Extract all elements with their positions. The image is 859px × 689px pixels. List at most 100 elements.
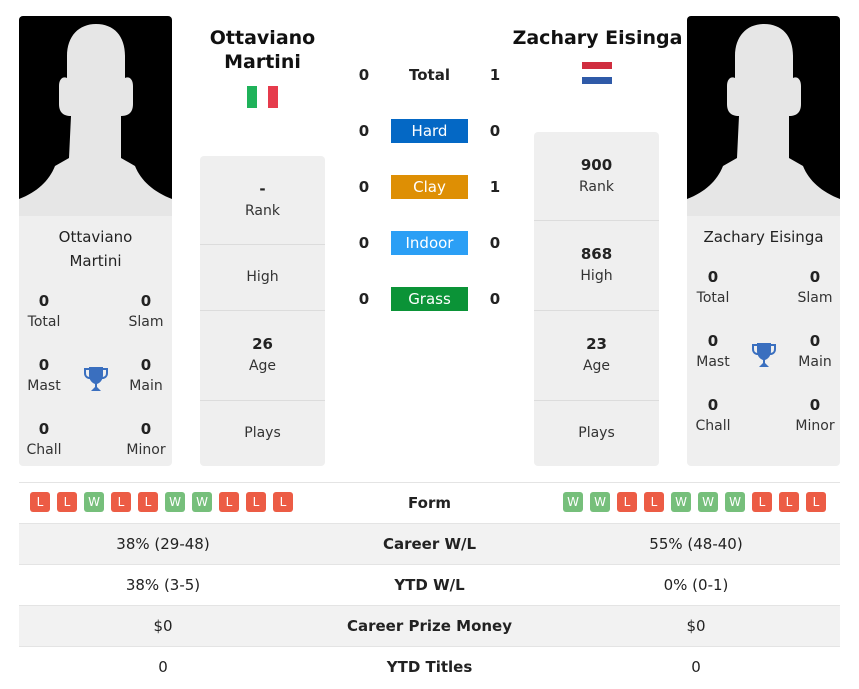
high-value: 868	[580, 245, 613, 263]
h2h-p2-value: 0	[489, 122, 501, 140]
player1-card-name-line1: Ottaviano	[58, 228, 133, 246]
value: 0	[140, 356, 152, 374]
surface-badge-hard: Hard	[391, 119, 468, 143]
player1-career-wl: 38% (29-48)	[116, 535, 210, 553]
player2-card: Zachary Eisinga 0 Total 0 Slam 0 Mast 0 …	[687, 16, 840, 466]
trophy-icon	[84, 367, 108, 391]
player2-info-box: 900 Rank 868 High 23 Age Plays	[534, 132, 659, 466]
rank-value: 900	[580, 156, 613, 174]
player2-titles-mast: 0 Mast	[687, 331, 743, 373]
form-badge-loss[interactable]: L	[30, 492, 50, 512]
player1-name-line1: Ottaviano	[209, 27, 316, 49]
high-label: High	[246, 269, 279, 285]
label: Slam	[128, 314, 164, 330]
form-badge-win[interactable]: W	[590, 492, 610, 512]
form-badge-loss[interactable]: L	[111, 492, 131, 512]
value: 0	[809, 396, 821, 414]
player-silhouette-icon	[687, 24, 840, 216]
form-badge-win[interactable]: W	[563, 492, 583, 512]
player1-form: LLWLLWWLLL	[30, 492, 293, 512]
player2-name-heading[interactable]: Zachary Eisinga	[505, 26, 690, 50]
surface-badge-grass: Grass	[391, 287, 468, 311]
value: 0	[140, 292, 152, 310]
h2h-p2-value: 1	[489, 66, 501, 84]
player1-ytd-wl: 38% (3-5)	[125, 576, 201, 594]
form-badge-loss[interactable]: L	[752, 492, 772, 512]
form-badge-loss[interactable]: L	[806, 492, 826, 512]
value: 0	[707, 396, 719, 414]
form-badge-win[interactable]: W	[725, 492, 745, 512]
row-label-career-wl: Career W/L	[382, 535, 477, 553]
value: 0	[707, 268, 719, 286]
form-badge-loss[interactable]: L	[57, 492, 77, 512]
h2h-p1-value: 0	[358, 290, 370, 308]
player2-plays: Plays	[534, 401, 659, 466]
rank-label: Rank	[579, 179, 614, 195]
h2h-label-total: Total	[409, 66, 450, 84]
player2-titles-chall: 0 Chall	[687, 395, 743, 437]
player2-prize-money: $0	[686, 617, 706, 635]
player2-form: WWLLWWWLLL	[563, 492, 826, 512]
form-badge-loss[interactable]: L	[644, 492, 664, 512]
form-badge-loss[interactable]: L	[273, 492, 293, 512]
label: Minor	[126, 442, 166, 458]
player2-ytd-titles: 0	[691, 658, 701, 676]
player1-titles-chall: 0 Chall	[19, 419, 74, 461]
row-career-wl: 38% (29-48) Career W/L 55% (48-40)	[19, 523, 840, 564]
row-label-form: Form	[408, 494, 451, 512]
value: 0	[38, 356, 50, 374]
label: Total	[27, 314, 61, 330]
form-badge-win[interactable]: W	[671, 492, 691, 512]
player2-photo	[687, 16, 840, 216]
row-ytd-titles: 0 YTD Titles 0	[19, 646, 840, 687]
label: Slam	[797, 290, 833, 306]
player1-name-line2: Martini	[224, 51, 301, 73]
plays-label: Plays	[244, 425, 281, 441]
h2h-p1-value: 0	[358, 234, 370, 252]
age-value: 26	[252, 335, 273, 353]
value: 0	[809, 332, 821, 350]
form-badge-win[interactable]: W	[165, 492, 185, 512]
player1-titles-minor: 0 Minor	[116, 419, 172, 461]
player1-card-name-line2: Martini	[69, 252, 122, 270]
label: Mast	[696, 354, 730, 370]
row-label-prize-money: Career Prize Money	[346, 617, 512, 635]
form-badge-loss[interactable]: L	[779, 492, 799, 512]
h2h-row-total: 0 Total 1	[340, 63, 520, 87]
row-label-ytd-titles: YTD Titles	[386, 658, 473, 676]
form-badge-win[interactable]: W	[84, 492, 104, 512]
rank-value: -	[259, 180, 266, 198]
player1-titles-slam: 0 Slam	[116, 291, 172, 333]
player2-career-wl: 55% (48-40)	[649, 535, 743, 553]
player1-titles-main: 0 Main	[116, 355, 172, 397]
high-label: High	[580, 268, 613, 284]
form-badge-loss[interactable]: L	[138, 492, 158, 512]
player-silhouette-icon	[19, 24, 172, 216]
value: 0	[38, 292, 50, 310]
form-badge-loss[interactable]: L	[219, 492, 239, 512]
form-badge-loss[interactable]: L	[617, 492, 637, 512]
netherlands-flag-icon	[582, 62, 612, 84]
label: Main	[129, 378, 163, 394]
form-badge-win[interactable]: W	[698, 492, 718, 512]
player1-name-heading[interactable]: Ottaviano Martini	[190, 26, 335, 74]
form-badge-loss[interactable]: L	[246, 492, 266, 512]
player1-titles-total: 0 Total	[19, 291, 74, 333]
label: Chall	[26, 442, 62, 458]
value: 0	[707, 332, 719, 350]
label: Total	[696, 290, 730, 306]
rank-label: Rank	[245, 203, 280, 219]
h2h-p2-value: 0	[489, 234, 501, 252]
h2h-row-hard: 0 Hard 0	[340, 119, 520, 143]
row-prize-money: $0 Career Prize Money $0	[19, 605, 840, 646]
label: Mast	[27, 378, 61, 394]
row-form: LLWLLWWLLL Form WWLLWWWLLL	[19, 482, 840, 523]
form-badge-win[interactable]: W	[192, 492, 212, 512]
age-value: 23	[586, 335, 607, 353]
plays-label: Plays	[578, 425, 615, 441]
player1-age: 26 Age	[200, 311, 325, 401]
surface-badge-indoor: Indoor	[391, 231, 468, 255]
player1-info-box: - Rank High 26 Age Plays	[200, 156, 325, 466]
label: Main	[798, 354, 832, 370]
h2h-row-indoor: 0 Indoor 0	[340, 231, 520, 255]
